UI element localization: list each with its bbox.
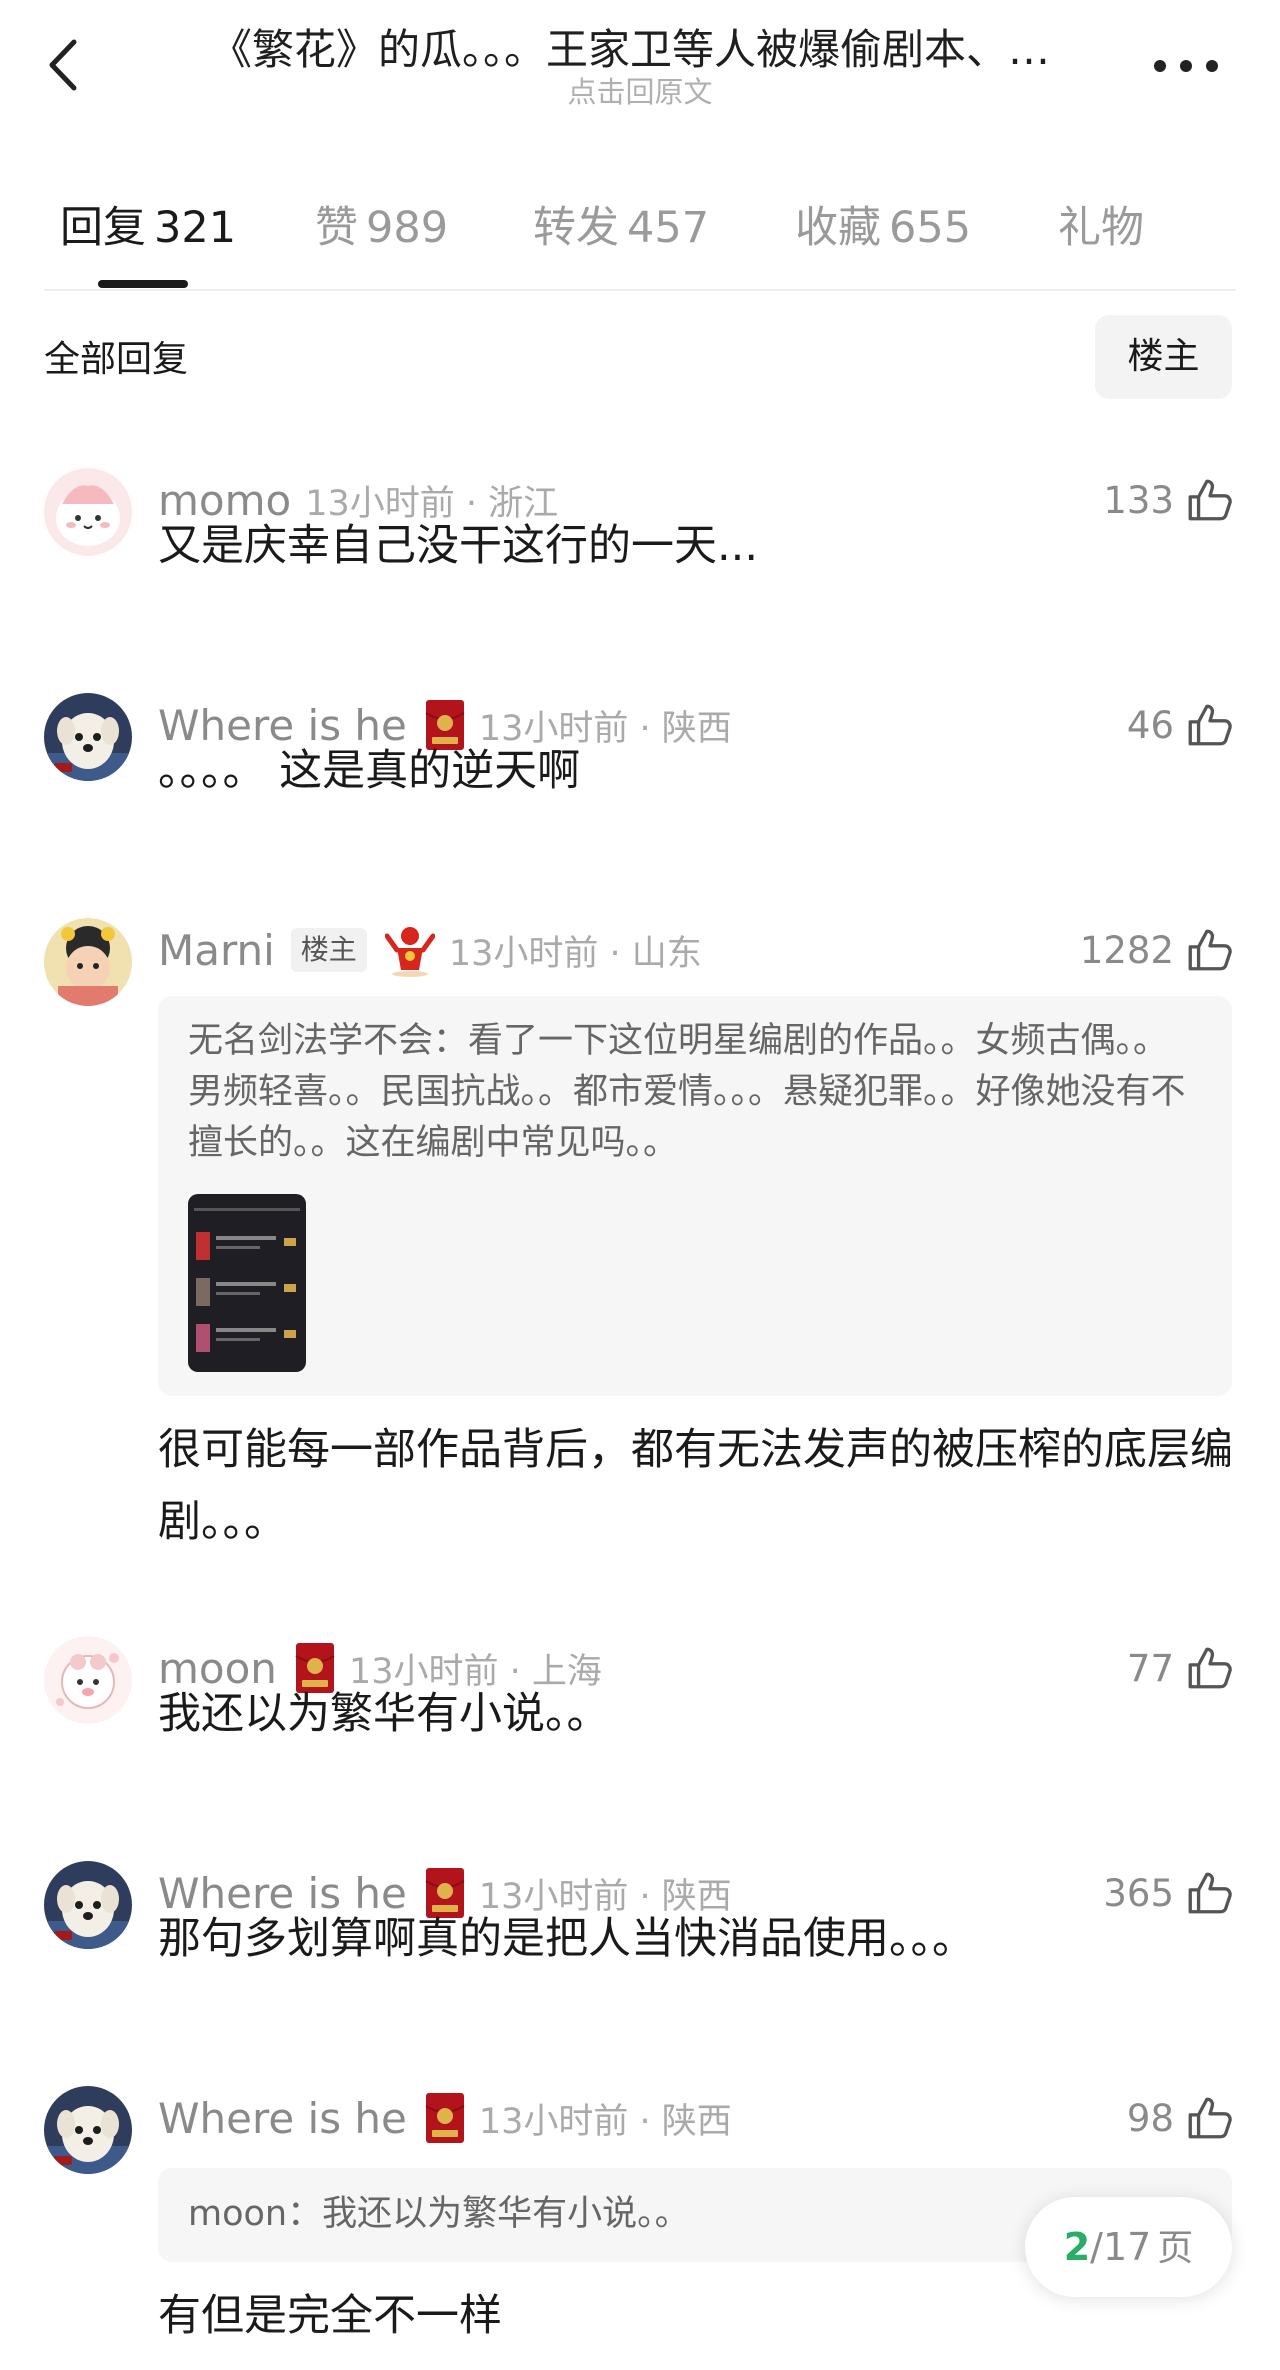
tab-label: 回复 xyxy=(60,203,146,253)
top-bar: 《繁花》的瓜。。。王家卫等人被爆偷剧本、… 点击回原文 xyxy=(0,0,1280,130)
tab-label: 赞 xyxy=(315,203,358,253)
divider xyxy=(44,289,1236,291)
tab-label: 转发 xyxy=(533,203,619,253)
all-replies-label[interactable]: 全部回复 xyxy=(44,335,188,385)
username[interactable]: Marni xyxy=(158,926,275,975)
timestamp-location: 13小时前 · 陕西 xyxy=(478,2101,732,2142)
avatar[interactable] xyxy=(44,918,132,1006)
like-count: 98 xyxy=(1126,2096,1174,2140)
red-envelope-badge-icon xyxy=(425,2092,465,2144)
tab-count: 321 xyxy=(154,203,237,253)
comment-text: 。。。。 这是真的逆天啊 xyxy=(158,746,581,796)
timestamp-location: 13小时前 · 山东 xyxy=(448,933,702,974)
avatar[interactable] xyxy=(44,693,132,781)
thumbs-up-icon xyxy=(1184,2093,1234,2143)
mascot-badge-icon xyxy=(384,922,435,978)
like-button[interactable]: 1282 xyxy=(1080,920,1234,980)
bottom-fade xyxy=(0,2330,1280,2370)
chevron-left-icon xyxy=(49,39,77,91)
quote-body: 我还以为繁华有小说。。 xyxy=(322,2194,690,2234)
owner-tag: 楼主 xyxy=(290,928,367,972)
tab-bar: 回复 321 赞 989 转发 457 收藏 655 礼物 xyxy=(0,190,1280,290)
tab-likes[interactable]: 赞 989 xyxy=(315,198,448,258)
page-unit: 页 xyxy=(1157,2228,1194,2269)
comment-text: 那句多划算啊真的是把人当快消品使用。。。 xyxy=(158,1914,975,1964)
tab-count: 655 xyxy=(889,203,972,253)
avatar[interactable] xyxy=(44,2086,132,2174)
username[interactable]: Where is he xyxy=(158,2094,407,2143)
tab-count: 989 xyxy=(366,203,449,253)
quote-author[interactable]: 无名剑法学不会： xyxy=(188,1021,468,1061)
tab-reposts[interactable]: 转发 457 xyxy=(533,198,709,258)
back-to-original-link[interactable]: 点击回原文 xyxy=(340,72,940,112)
tab-replies[interactable]: 回复 321 xyxy=(60,198,236,258)
quote-text: 无名剑法学不会：看了一下这位明星编剧的作品。。女频古偶。。男频轻喜。。民国抗战。… xyxy=(188,1016,1198,1169)
avatar[interactable] xyxy=(44,1861,132,1949)
page-title[interactable]: 《繁花》的瓜。。。王家卫等人被爆偷剧本、… xyxy=(170,22,1090,78)
more-button[interactable] xyxy=(1150,48,1222,84)
owner-only-button[interactable]: 楼主 xyxy=(1095,315,1232,399)
quote-author[interactable]: moon： xyxy=(188,2194,322,2234)
thumbs-up-icon xyxy=(1184,925,1234,975)
screenshot-thumbnail[interactable] xyxy=(188,1194,306,1372)
comment-meta: Where is he 13小时前 · 陕西 xyxy=(158,2088,732,2148)
like-count: 1282 xyxy=(1079,928,1174,972)
total-pages: /17 xyxy=(1090,2225,1152,2269)
tab-count: 457 xyxy=(627,203,710,253)
more-dots-icon xyxy=(1154,60,1218,72)
tab-label: 收藏 xyxy=(795,203,881,253)
back-button[interactable] xyxy=(38,30,98,100)
comment-meta: Marni 楼主 13小时前 · 山东 xyxy=(158,920,702,980)
avatar[interactable] xyxy=(44,468,132,556)
comment-text: 很可能每一部作品背后，都有无法发声的被压榨的底层编剧。。。 xyxy=(158,1425,1233,1547)
page-indicator[interactable]: 2/17 页 xyxy=(1025,2197,1232,2297)
comment-text: 我还以为繁华有小说。。 xyxy=(158,1689,610,1739)
like-button[interactable]: 98 xyxy=(1127,2088,1234,2148)
current-page: 2 xyxy=(1063,2225,1091,2269)
tab-label: 礼物 xyxy=(1058,203,1144,253)
comment-text: 又是庆幸自己没干这行的一天... xyxy=(158,521,759,571)
avatar[interactable] xyxy=(44,1636,132,1724)
quoted-reply[interactable]: 无名剑法学不会：看了一下这位明星编剧的作品。。女频古偶。。男频轻喜。。民国抗战。… xyxy=(158,996,1232,1396)
tab-favorites[interactable]: 收藏 655 xyxy=(795,198,971,258)
tab-gifts[interactable]: 礼物 xyxy=(1058,198,1144,258)
active-tab-indicator xyxy=(98,280,188,288)
